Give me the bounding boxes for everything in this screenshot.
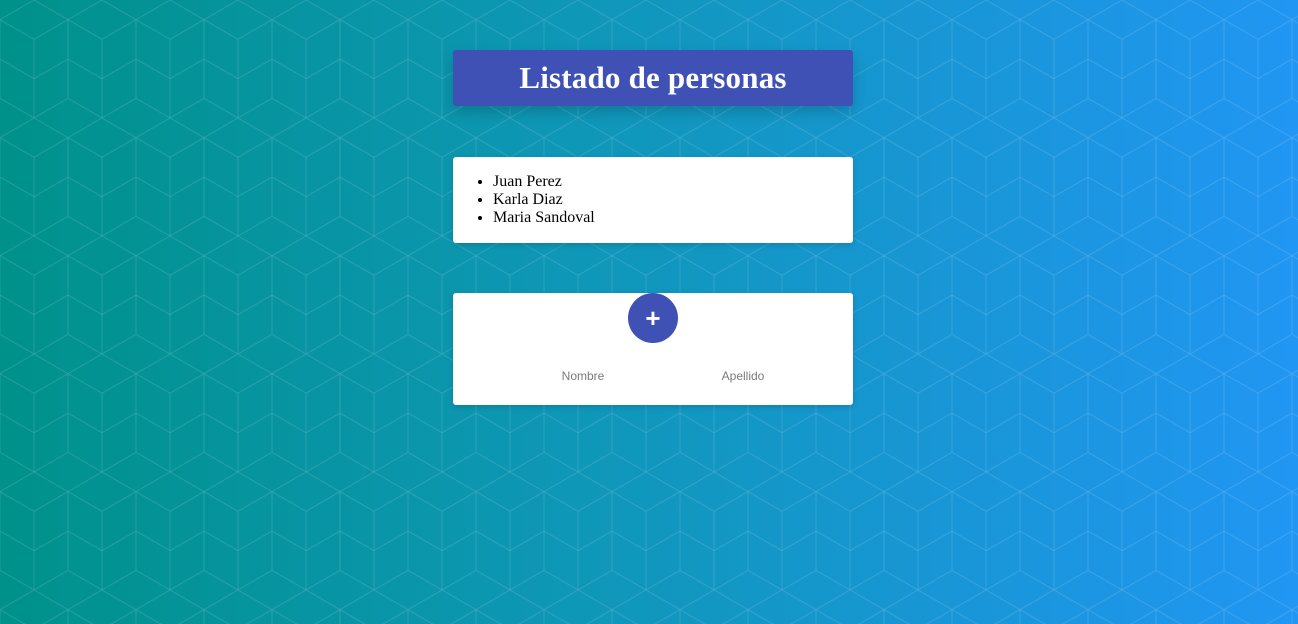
add-person-button[interactable]: + — [628, 293, 678, 343]
apellido-input[interactable] — [663, 367, 823, 385]
add-person-form: + — [453, 293, 853, 405]
page-title-banner: Listado de personas — [453, 50, 853, 106]
page-title: Listado de personas — [519, 60, 787, 95]
people-list-card: Juan Perez Karla Diaz Maria Sandoval — [453, 157, 853, 243]
nombre-input[interactable] — [503, 367, 663, 385]
people-list: Juan Perez Karla Diaz Maria Sandoval — [453, 173, 853, 227]
list-item: Juan Perez — [493, 173, 853, 191]
list-item: Karla Diaz — [493, 191, 853, 209]
list-item: Maria Sandoval — [493, 209, 853, 227]
